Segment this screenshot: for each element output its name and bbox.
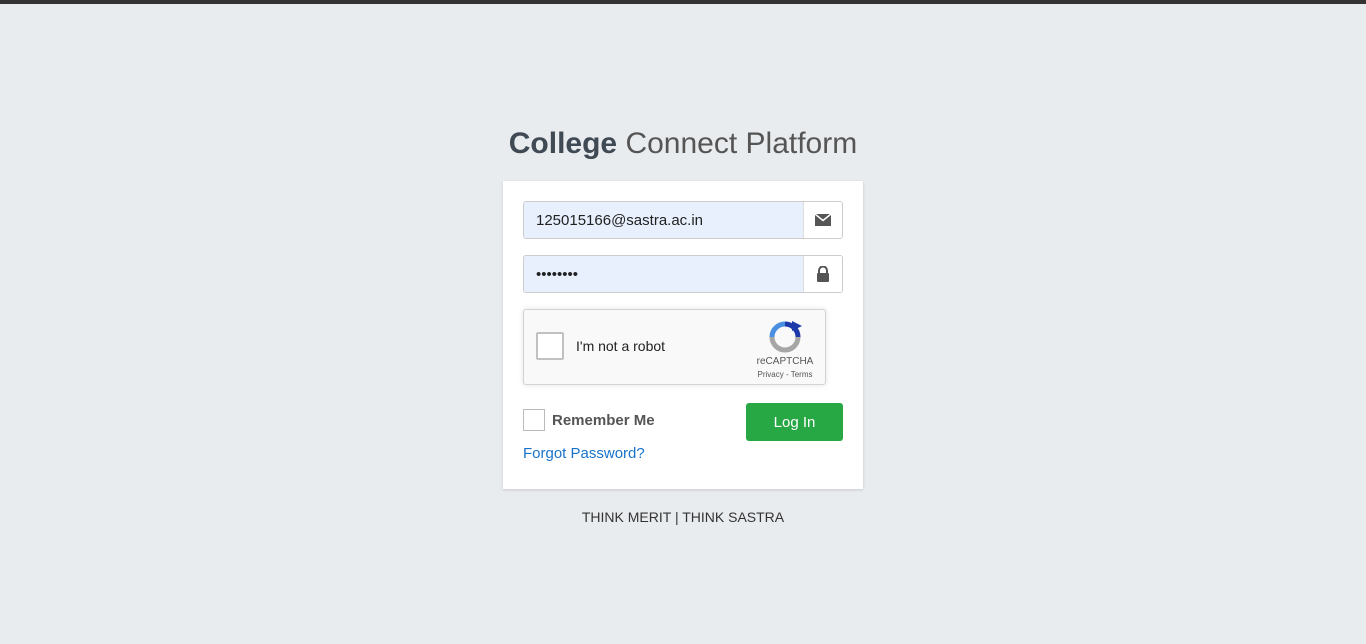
email-field-group: [523, 201, 843, 239]
password-input[interactable]: [524, 256, 803, 292]
envelope-icon: [803, 202, 842, 238]
page-title: College Connect Platform: [0, 124, 1366, 164]
page-title-light: Connect Platform: [625, 127, 858, 160]
lock-icon: [803, 256, 842, 292]
email-input[interactable]: [524, 202, 803, 238]
remember-me[interactable]: Remember Me: [523, 409, 655, 431]
recaptcha-brand: reCAPTCHA: [756, 356, 814, 367]
recaptcha-label: I'm not a robot: [576, 338, 666, 354]
recaptcha-link-separator: -: [783, 370, 791, 379]
top-bar: [0, 0, 1366, 4]
recaptcha-checkbox[interactable]: [536, 332, 564, 360]
forgot-password-link[interactable]: Forgot Password?: [523, 445, 645, 462]
footer-tagline: THINK MERIT | THINK SASTRA: [581, 509, 785, 525]
remember-me-label: Remember Me: [552, 411, 655, 429]
page-title-bold: College: [508, 127, 618, 160]
recaptcha-widget: I'm not a robot reCAPTCHA Privacy - Term…: [523, 309, 826, 385]
login-card: I'm not a robot reCAPTCHA Privacy - Term…: [503, 181, 863, 489]
recaptcha-privacy-link[interactable]: Privacy: [758, 370, 784, 379]
login-button[interactable]: Log In: [746, 403, 843, 441]
remember-me-checkbox[interactable]: [523, 409, 545, 431]
recaptcha-terms-link[interactable]: Terms: [791, 370, 813, 379]
recaptcha-logo-icon: [769, 321, 802, 353]
password-field-group: [523, 255, 843, 293]
recaptcha-links: Privacy - Terms: [744, 370, 826, 379]
